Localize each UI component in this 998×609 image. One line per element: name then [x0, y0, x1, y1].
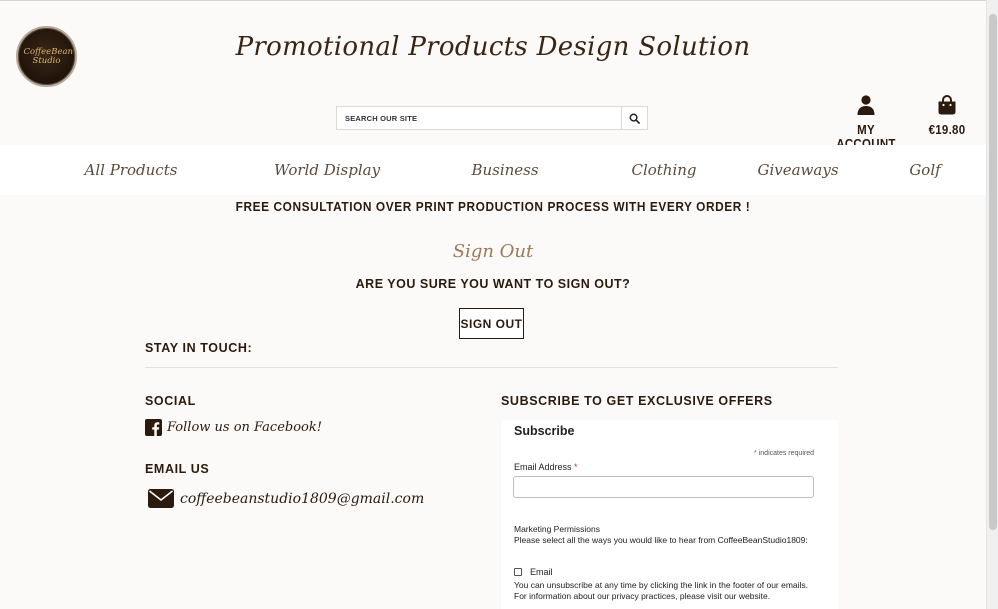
subscribe-heading: SUBSCRIBE TO GET EXCLUSIVE OFFERS: [501, 394, 773, 408]
page-scrollbar[interactable]: [986, 0, 998, 609]
sign-out-button[interactable]: SIGN OUT: [459, 308, 524, 339]
email-address-label-text: Email Address: [514, 462, 572, 472]
search-input[interactable]: [337, 107, 621, 129]
email-permission-label: Email: [530, 567, 553, 577]
nav-item-clothing[interactable]: Clothing: [631, 161, 696, 179]
email-address: coffeebeanstudio1809@gmail.com: [180, 490, 425, 507]
unsubscribe-note: You can unsubscribe at any time by click…: [514, 580, 809, 601]
user-icon: [857, 95, 875, 115]
required-asterisk: *: [754, 450, 757, 457]
required-note-text: indicates required: [758, 450, 814, 457]
envelope-icon: [148, 489, 174, 508]
my-account-link[interactable]: MY ACCOUNT: [830, 95, 902, 151]
site-title: Promotional Products Design Solution: [235, 32, 751, 62]
top-border: [0, 0, 986, 1]
signout-question: ARE YOU SURE YOU WANT TO SIGN OUT?: [355, 277, 631, 291]
cart-link[interactable]: €19.80: [924, 95, 970, 137]
nav-item-golf[interactable]: Golf: [909, 161, 940, 179]
facebook-link[interactable]: Follow us on Facebook!: [145, 419, 322, 436]
email-link[interactable]: coffeebeanstudio1809@gmail.com: [148, 489, 424, 508]
shopping-bag-icon: [938, 95, 956, 115]
facebook-icon: [145, 419, 162, 436]
email-permission-checkbox-row[interactable]: Email: [514, 567, 553, 577]
main-nav: All Products World Display Business Clot…: [0, 145, 986, 195]
marketing-permissions-text: Please select all the ways you would lik…: [514, 535, 808, 545]
email-permission-checkbox[interactable]: [514, 568, 522, 576]
nav-item-business[interactable]: Business: [471, 161, 538, 179]
social-heading: SOCIAL: [145, 394, 196, 408]
nav-item-all-products[interactable]: All Products: [85, 161, 178, 179]
subscribe-form: Subscribe * indicates required Email Add…: [501, 420, 838, 609]
marketing-permissions: Marketing Permissions Please select all …: [514, 524, 814, 546]
facebook-text: Follow us on Facebook!: [167, 420, 322, 435]
promo-banner: FREE CONSULTATION OVER PRINT PRODUCTION …: [235, 200, 751, 214]
search-icon: [629, 113, 640, 124]
marketing-permissions-title: Marketing Permissions: [514, 524, 600, 534]
page-title: Sign Out: [452, 241, 534, 262]
nav-item-giveaways[interactable]: Giveaways: [757, 161, 838, 179]
search-button[interactable]: [621, 107, 647, 129]
email-address-input[interactable]: [513, 476, 814, 498]
footer-divider: [145, 367, 838, 368]
cart-total: €19.80: [928, 123, 966, 137]
search-bar: [336, 106, 648, 130]
required-note: * indicates required: [754, 450, 814, 457]
nav-item-world-display[interactable]: World Display: [274, 161, 380, 179]
scrollbar-thumb[interactable]: [989, 14, 997, 530]
stay-in-touch-heading: STAY IN TOUCH:: [145, 341, 253, 355]
subscribe-form-title: Subscribe: [514, 424, 575, 438]
email-required-asterisk: *: [574, 462, 578, 472]
email-us-heading: EMAIL US: [145, 462, 210, 476]
email-address-label: Email Address *: [514, 462, 578, 472]
